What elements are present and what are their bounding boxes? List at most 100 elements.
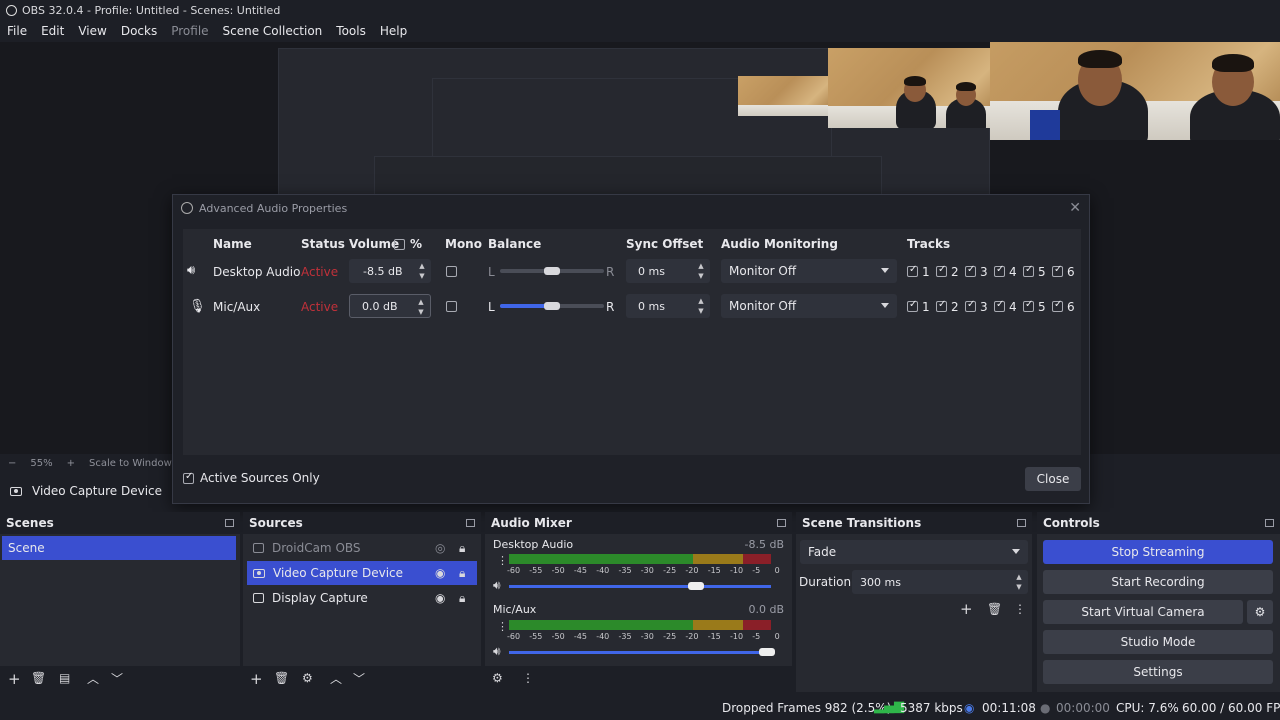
menu-view[interactable]: View: [78, 24, 106, 38]
balance-slider-handle[interactable]: [544, 267, 560, 275]
menu-scene-collection[interactable]: Scene Collection: [223, 24, 323, 38]
move-down-icon[interactable]: ﹀: [111, 670, 123, 687]
audio-monitoring-dropdown[interactable]: Monitor Off: [721, 294, 897, 318]
lock-icon[interactable]: 🔒︎: [459, 591, 465, 606]
trash-icon[interactable]: 🗑︎: [31, 671, 46, 685]
meter-tick-label: -15: [707, 632, 721, 641]
spin-arrows-icon[interactable]: ▲ ▼: [696, 261, 706, 281]
menu-help[interactable]: Help: [380, 24, 407, 38]
undock-icon[interactable]: [225, 519, 234, 527]
track-number: 1: [922, 300, 930, 314]
track-checkbox[interactable]: [1052, 264, 1063, 277]
meter-tick-label: -30: [640, 632, 654, 641]
track-checkbox[interactable]: [994, 299, 1005, 312]
undock-icon[interactable]: [777, 519, 786, 527]
speaker-icon[interactable]: 🔊︎: [493, 644, 501, 659]
volume-slider[interactable]: [509, 585, 771, 588]
volume-spinbox[interactable]: -8.5 dB ▲ ▼: [349, 259, 431, 283]
menu-docks[interactable]: Docks: [121, 24, 157, 38]
spin-arrows-icon[interactable]: ▲ ▼: [696, 296, 706, 316]
volume-slider-handle[interactable]: [759, 648, 775, 656]
lock-icon[interactable]: 🔒︎: [459, 541, 465, 556]
mono-checkbox[interactable]: [446, 266, 457, 277]
lock-icon[interactable]: 🔒︎: [459, 566, 465, 581]
source-item[interactable]: DroidCam OBS ◎ 🔒︎: [247, 536, 477, 560]
spin-arrows-icon[interactable]: ▲ ▼: [416, 297, 426, 317]
volume-slider[interactable]: [509, 651, 771, 654]
track-number: 2: [951, 300, 959, 314]
duration-label: Duration: [799, 575, 852, 589]
track-checkbox[interactable]: [1023, 264, 1034, 277]
zoom-in-button[interactable]: +: [67, 458, 75, 469]
volume-slider-handle[interactable]: [688, 582, 705, 590]
mono-checkbox[interactable]: [446, 301, 457, 312]
trash-icon[interactable]: 🗑︎: [987, 602, 1002, 616]
filters-icon[interactable]: ▤: [59, 671, 70, 685]
dialog-close-icon[interactable]: ✕: [1069, 200, 1081, 216]
sync-offset-spinbox[interactable]: 0 ms ▲ ▼: [626, 294, 710, 318]
header-audio-monitoring: Audio Monitoring: [721, 237, 838, 251]
menu-tools[interactable]: Tools: [336, 24, 366, 38]
start-recording-button[interactable]: Start Recording: [1043, 570, 1273, 594]
track-checkbox[interactable]: [965, 299, 976, 312]
track-checkbox[interactable]: [936, 264, 947, 277]
volume-spinbox[interactable]: 0.0 dB ▲ ▼: [349, 294, 431, 318]
track-checkbox[interactable]: [965, 264, 976, 277]
scene-item[interactable]: Scene: [2, 536, 236, 560]
sync-offset-spinbox[interactable]: 0 ms ▲ ▼: [626, 259, 710, 283]
meter-tick-label: -35: [618, 566, 632, 575]
menu-profile[interactable]: Profile: [171, 24, 208, 38]
move-down-icon[interactable]: ﹀: [353, 670, 365, 687]
controls-body: Stop Streaming Start Recording Start Vir…: [1037, 534, 1280, 692]
active-sources-only-toggle[interactable]: Active Sources Only: [183, 471, 320, 485]
hidden-eye-icon[interactable]: ◎: [435, 541, 445, 555]
window-title: OBS 32.0.4 - Profile: Untitled - Scenes:…: [22, 3, 281, 17]
audio-monitoring-dropdown[interactable]: Monitor Off: [721, 259, 897, 283]
meter-tick-label: -5: [752, 566, 761, 575]
eye-icon[interactable]: ◉: [435, 566, 445, 580]
undock-icon[interactable]: [1017, 519, 1026, 527]
undock-icon[interactable]: [1265, 519, 1274, 527]
add-icon[interactable]: +: [8, 670, 21, 688]
track-checkbox[interactable]: [907, 299, 918, 312]
zoom-out-button[interactable]: −: [8, 458, 16, 469]
speaker-icon[interactable]: 🔊︎: [493, 578, 501, 593]
more-options-icon[interactable]: ⋮: [522, 671, 534, 685]
advanced-audio-gear-icon[interactable]: ⚙︎: [492, 671, 503, 685]
meter-tick-label: -40: [596, 566, 610, 575]
track-number: 3: [980, 300, 988, 314]
move-up-icon[interactable]: ︿: [87, 670, 99, 687]
undock-icon[interactable]: [466, 519, 475, 527]
spin-arrows-icon[interactable]: ▲ ▼: [1014, 572, 1024, 592]
volume-percent-checkbox[interactable]: [394, 239, 405, 250]
eye-icon[interactable]: ◉: [435, 591, 445, 605]
move-up-icon[interactable]: ︿: [330, 670, 342, 687]
gear-icon[interactable]: ⚙︎: [302, 671, 313, 685]
track-checkbox[interactable]: [1052, 299, 1063, 312]
start-virtual-camera-button[interactable]: Start Virtual Camera: [1043, 600, 1243, 624]
active-sources-only-checkbox[interactable]: [183, 471, 194, 484]
menu-file[interactable]: File: [7, 24, 27, 38]
settings-button[interactable]: Settings: [1043, 660, 1273, 684]
track-checkbox[interactable]: [936, 299, 947, 312]
more-options-icon[interactable]: ⋮: [1014, 602, 1026, 616]
add-icon[interactable]: +: [250, 670, 263, 688]
track-checkbox[interactable]: [994, 264, 1005, 277]
stop-streaming-button[interactable]: Stop Streaming: [1043, 540, 1273, 564]
duration-spinbox[interactable]: 300 ms ▲ ▼: [852, 570, 1028, 594]
studio-mode-button[interactable]: Studio Mode: [1043, 630, 1273, 654]
menu-edit[interactable]: Edit: [41, 24, 64, 38]
virtual-camera-settings-gear-icon[interactable]: ⚙︎: [1247, 600, 1273, 624]
add-icon[interactable]: +: [960, 600, 973, 618]
source-item[interactable]: Display Capture ◉ 🔒︎: [247, 586, 477, 610]
track-checkbox[interactable]: [1023, 299, 1034, 312]
track-checkbox[interactable]: [907, 264, 918, 277]
transition-dropdown[interactable]: Fade: [800, 540, 1028, 564]
balance-slider-handle[interactable]: [544, 302, 560, 310]
source-item[interactable]: Video Capture Device ◉ 🔒︎: [247, 561, 477, 585]
scale-to-window-button[interactable]: Scale to Window: [89, 458, 172, 469]
spin-arrows-icon[interactable]: ▲ ▼: [417, 261, 427, 281]
trash-icon[interactable]: 🗑︎: [274, 671, 289, 685]
close-button[interactable]: Close: [1025, 467, 1081, 491]
streaming-icon: ◉: [964, 701, 975, 715]
